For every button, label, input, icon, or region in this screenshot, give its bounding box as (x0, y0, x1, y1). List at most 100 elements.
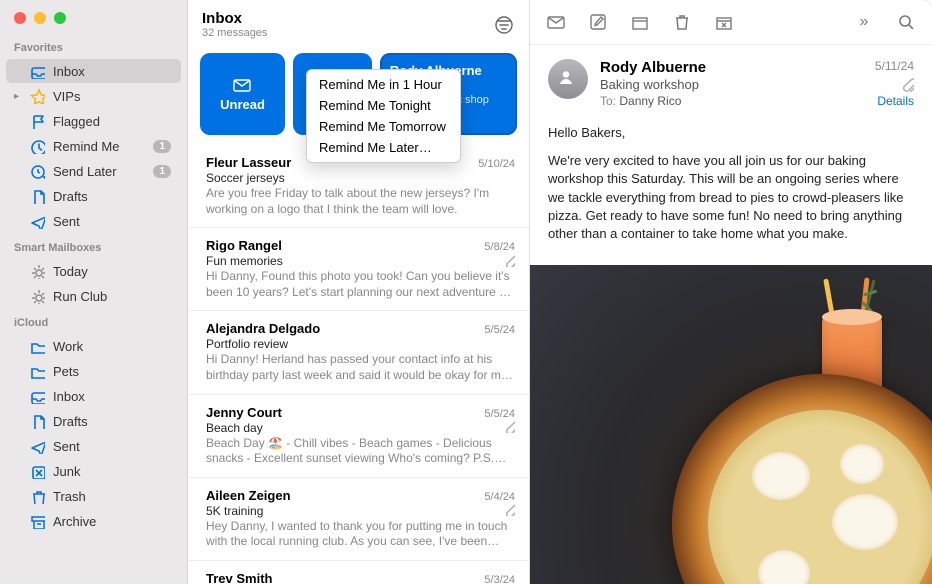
sidebar-item-send-later[interactable]: Send Later1 (6, 159, 181, 183)
message-subject: Beach day (206, 421, 263, 435)
attachment-icon (503, 421, 515, 433)
doc-icon (28, 188, 46, 204)
sidebar-badge: 1 (153, 165, 171, 178)
sidebar-item-vips[interactable]: ▸VIPs (6, 84, 181, 108)
xbox-icon (28, 463, 46, 479)
sidebar-badge: 1 (153, 140, 171, 153)
sidebar-item-inbox[interactable]: Inbox (6, 59, 181, 83)
gear-icon (28, 288, 46, 304)
message-from: Fleur Lasseur (206, 155, 291, 170)
minimize-window-button[interactable] (34, 12, 46, 24)
sidebar-item-trash[interactable]: Trash (6, 484, 181, 508)
attachment-icon (900, 78, 914, 92)
message-row[interactable]: Trev Smith5/3/24Illustration referenceHi… (188, 561, 529, 584)
message-date: 5/5/24 (484, 324, 515, 336)
sidebar-item-sent[interactable]: Sent (6, 434, 181, 458)
sidebar-item-label: Junk (53, 464, 171, 479)
message-date: 5/8/24 (484, 241, 515, 253)
sidebar-item-label: Run Club (53, 289, 171, 304)
window-controls (0, 0, 187, 34)
message-list-pane: Inbox 32 messages Unread Rem Rody Albuer… (188, 0, 530, 584)
mail-to: To: Danny Rico (600, 94, 681, 108)
message-date: 5/5/24 (484, 408, 515, 420)
sidebar-item-remind-me[interactable]: Remind Me1 (6, 134, 181, 158)
message-from: Trev Smith (206, 571, 272, 584)
junk-button[interactable] (714, 12, 734, 32)
sidebar-item-junk[interactable]: Junk (6, 459, 181, 483)
sidebar-item-sent[interactable]: Sent (6, 209, 181, 233)
sidebar-item-run-club[interactable]: Run Club (6, 284, 181, 308)
list-subtitle: 32 messages (202, 27, 493, 39)
close-window-button[interactable] (14, 12, 26, 24)
message-row[interactable]: Alejandra Delgado5/5/24Portfolio reviewH… (188, 311, 529, 394)
menu-item-remind-me-later-[interactable]: Remind Me Later… (307, 137, 460, 158)
sidebar: Favorites Inbox▸VIPsFlaggedRemind Me1Sen… (0, 0, 188, 584)
search-button[interactable] (896, 12, 916, 32)
message-from: Rigo Rangel (206, 238, 282, 253)
more-button[interactable]: » (854, 12, 874, 32)
sidebar-item-inbox[interactable]: Inbox (6, 384, 181, 408)
sidebar-item-work[interactable]: Work (6, 334, 181, 358)
sidebar-item-archive[interactable]: Archive (6, 509, 181, 533)
sidebar-item-drafts[interactable]: Drafts (6, 184, 181, 208)
paperplane-icon (28, 438, 46, 454)
list-title: Inbox (202, 10, 493, 27)
gear-icon (28, 263, 46, 279)
mail-header: Rody Albuerne 5/11/24 Baking workshop To… (530, 45, 932, 118)
envelope-button[interactable] (546, 12, 566, 32)
content-pane: » Rody Albuerne 5/11/24 Baking workshop … (530, 0, 932, 584)
message-subject: Fun memories (206, 254, 283, 268)
archive-button[interactable] (630, 12, 650, 32)
sidebar-item-flagged[interactable]: Flagged (6, 109, 181, 133)
message-row[interactable]: Aileen Zeigen5/4/245K trainingHey Danny,… (188, 478, 529, 561)
folder-icon (28, 363, 46, 379)
trash-icon (28, 488, 46, 504)
message-row[interactable]: Jenny Court 5/5/24 Beach dayBeach Day 🏖️ -… (188, 395, 529, 478)
clock-icon (28, 138, 46, 154)
tray-icon (28, 63, 46, 79)
mail-date: 5/11/24 (875, 59, 914, 76)
message-date: 5/10/24 (478, 158, 515, 170)
menu-item-remind-me-tonight[interactable]: Remind Me Tonight (307, 95, 460, 116)
sidebar-item-today[interactable]: Today (6, 259, 181, 283)
sidebar-item-label: Trash (53, 489, 171, 504)
messages-list[interactable]: Fleur Lasseur 5/10/24 Soccer jerseysAre yo… (188, 145, 529, 584)
sidebar-item-label: Remind Me (53, 139, 153, 154)
mail-subject: Baking workshop (600, 77, 699, 92)
remind-me-menu: Remind Me in 1 HourRemind Me TonightRemi… (306, 69, 461, 163)
message-preview: Hi Danny, Found this photo you took! Can… (206, 269, 515, 300)
sidebar-item-label: Archive (53, 514, 171, 529)
details-link[interactable]: Details (877, 94, 914, 108)
mail-greeting: Hello Bakers, (548, 124, 914, 142)
menu-item-remind-me-in-1-hour[interactable]: Remind Me in 1 Hour (307, 74, 460, 95)
message-date: 5/4/24 (484, 491, 515, 503)
sidebar-item-label: Sent (53, 439, 171, 454)
mail-body: Hello Bakers, We're very excited to have… (530, 118, 932, 265)
message-from: Jenny Court (206, 405, 282, 420)
message-subject: Soccer jerseys (206, 171, 285, 185)
menu-item-remind-me-tomorrow[interactable]: Remind Me Tomorrow (307, 116, 460, 137)
message-from: Aileen Zeigen (206, 488, 291, 503)
sidebar-item-drafts[interactable]: Drafts (6, 409, 181, 433)
message-preview: Beach Day 🏖️ - Chill vibes - Beach games… (206, 436, 515, 467)
filter-button[interactable] (493, 14, 515, 36)
disclosure-icon[interactable]: ▸ (14, 91, 26, 102)
trash-button[interactable] (672, 12, 692, 32)
sidebar-item-label: Drafts (53, 414, 171, 429)
message-row[interactable]: Rigo Rangel 5/8/24 Fun memoriesHi Danny, F… (188, 228, 529, 311)
tray-icon (28, 388, 46, 404)
mail-from: Rody Albuerne (600, 59, 706, 76)
sidebar-item-label: Flagged (53, 114, 171, 129)
sidebar-item-pets[interactable]: Pets (6, 359, 181, 383)
toolbar: » (530, 0, 932, 45)
message-from: Alejandra Delgado (206, 321, 320, 336)
folder-icon (28, 338, 46, 354)
unread-card[interactable]: Unread (200, 53, 285, 135)
zoom-window-button[interactable] (54, 12, 66, 24)
message-date: 5/3/24 (484, 574, 515, 584)
compose-button[interactable] (588, 12, 608, 32)
sidebar-item-label: Send Later (53, 164, 153, 179)
mail-body-text: We're very excited to have you all join … (548, 152, 914, 243)
message-preview: Are you free Friday to talk about the ne… (206, 186, 515, 217)
star-icon (28, 88, 46, 104)
